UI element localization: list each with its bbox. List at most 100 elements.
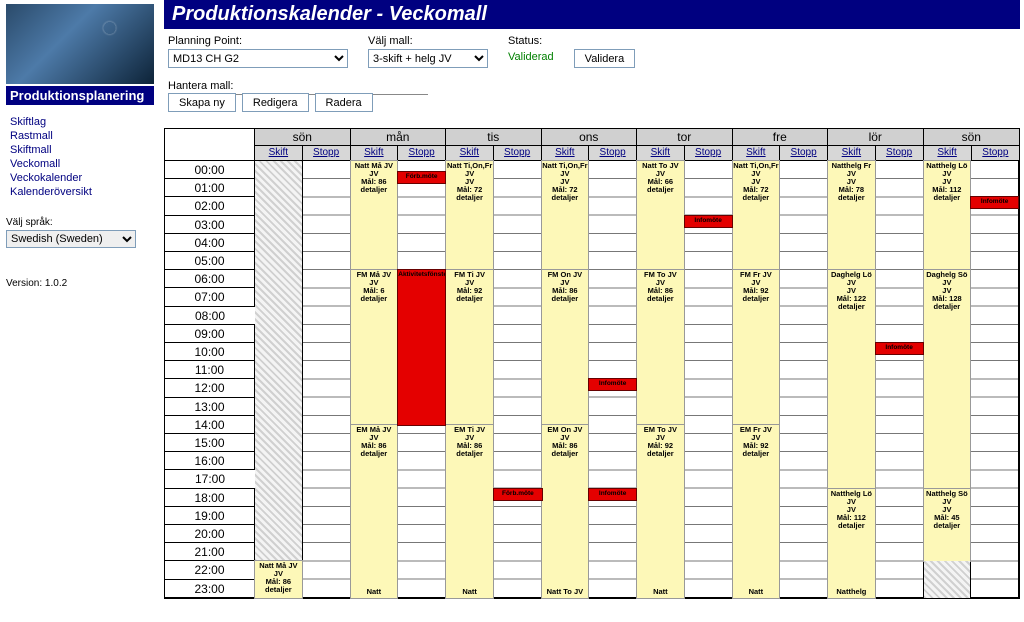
day-header-0: sönSkiftStopp: [255, 129, 351, 161]
day-header-7: sönSkiftStopp: [924, 129, 1020, 161]
day-name: lör: [828, 129, 923, 146]
shift-block[interactable]: FM Fr JVJVMål: 92detaljer: [733, 270, 780, 425]
nav-rastmall[interactable]: Rastmall: [10, 129, 150, 143]
shift-block[interactable]: Natt Ti,On,Fr JVJVMål: 72detaljer: [446, 161, 493, 270]
skift-header-link[interactable]: Skift: [351, 146, 399, 160]
skift-header-link[interactable]: Skift: [924, 146, 972, 160]
shift-block[interactable]: Natt Må JVJVMål: 86detaljer: [351, 161, 398, 270]
status-value: Validerad: [508, 49, 554, 63]
shift-block[interactable]: EM To JVJVMål: 92detaljer: [637, 425, 684, 598]
skift-header-link[interactable]: Skift: [637, 146, 685, 160]
status-label: Status:: [508, 35, 554, 47]
stop-block[interactable]: Infomöte: [876, 343, 923, 354]
shift-block[interactable]: Natthelg Sö JVJVMål: 45detaljer: [924, 489, 971, 562]
day-name: sön: [924, 129, 1020, 146]
shift-block[interactable]: FM Ti JVJVMål: 92detaljer: [446, 270, 493, 425]
hour-ticks: [971, 161, 1018, 597]
skift-column: Natt Ti,On,Fr JVJVMål: 72detaljerFM Ti J…: [446, 161, 494, 597]
skift-header-link[interactable]: Skift: [733, 146, 781, 160]
skift-column: Natthelg Lö JVJVMål: 112detaljerDaghelg …: [924, 161, 972, 597]
mall-select[interactable]: 3-skift + helg JV: [368, 49, 488, 68]
stopp-header-link[interactable]: Stopp: [589, 146, 636, 160]
time-label: 00:00: [165, 161, 255, 179]
stopp-header-link[interactable]: Stopp: [972, 146, 1019, 160]
time-label: 02:00: [165, 197, 255, 215]
stop-block[interactable]: Infomöte: [971, 197, 1018, 208]
hour-ticks: [876, 161, 923, 597]
stopp-column: [780, 161, 827, 597]
time-label: 23:00: [165, 580, 255, 598]
stop-block[interactable]: Infomöte: [589, 379, 636, 390]
skift-column: Natthelg Fr JVJVMål: 78detaljerDaghelg L…: [828, 161, 876, 597]
shift-block[interactable]: Natthelg Lö JVJVMål: 112detaljer: [924, 161, 971, 270]
nav-kalenderoversikt[interactable]: Kalenderöversikt: [10, 185, 150, 199]
radera-button[interactable]: Radera: [315, 93, 373, 112]
shift-block[interactable]: Natt Må JVJVMål: 86detaljer: [255, 561, 302, 597]
day-name: tis: [446, 129, 541, 146]
nav-veckomall[interactable]: Veckomall: [10, 157, 150, 171]
stopp-header-link[interactable]: Stopp: [398, 146, 445, 160]
hour-ticks: [303, 161, 350, 597]
shift-block[interactable]: EM Ti JVJVMål: 86detaljer: [446, 425, 493, 598]
day-body-0: Natt Må JVJVMål: 86detaljer: [255, 161, 351, 598]
shift-block[interactable]: EM On JVJVMål: 86detaljer: [542, 425, 589, 598]
shift-continuation-label: Natt: [446, 587, 493, 597]
nav-veckokalender[interactable]: Veckokalender: [10, 171, 150, 185]
skift-header-link[interactable]: Skift: [255, 146, 303, 160]
shift-continuation-label: Natt: [351, 587, 398, 597]
stopp-header-link[interactable]: Stopp: [780, 146, 827, 160]
time-label: 12:00: [165, 379, 255, 397]
sidebar: Produktionsplanering Skiftlag Rastmall S…: [0, 0, 160, 599]
stopp-header-link[interactable]: Stopp: [876, 146, 923, 160]
shift-block[interactable]: Natthelg Lö JVJVMål: 112detaljer: [828, 489, 875, 598]
stop-block[interactable]: Infomöte: [589, 489, 636, 500]
planning-point-select[interactable]: MD13 CH G2: [168, 49, 348, 68]
stop-block[interactable]: Aktivitetsfönster: [398, 270, 445, 425]
shift-block[interactable]: EM Må JVJVMål: 86detaljer: [351, 425, 398, 598]
stop-block[interactable]: Förb.möte: [494, 489, 541, 500]
shift-block[interactable]: FM To JVJVMål: 86detaljer: [637, 270, 684, 425]
day-body-3: Natt Ti,On,Fr JVJVMål: 72detaljerFM On J…: [542, 161, 638, 598]
skift-header-link[interactable]: Skift: [446, 146, 494, 160]
stopp-header-link[interactable]: Stopp: [685, 146, 732, 160]
shift-block[interactable]: Natt Ti,On,Fr JVJVMål: 72detaljer: [542, 161, 589, 270]
shift-block[interactable]: EM Fr JVJVMål: 92detaljer: [733, 425, 780, 598]
time-label: 13:00: [165, 398, 255, 416]
stop-block[interactable]: Infomöte: [685, 216, 732, 227]
calendar-grid: sönSkiftStoppmånSkiftStopptisSkiftStoppo…: [164, 128, 1020, 599]
shift-block[interactable]: Daghelg Lö JVJVMål: 122detaljer: [828, 270, 875, 488]
skapa-ny-button[interactable]: Skapa ny: [168, 93, 236, 112]
redigera-button[interactable]: Redigera: [242, 93, 309, 112]
day-header-5: freSkiftStopp: [733, 129, 829, 161]
nav-skiftmall[interactable]: Skiftmall: [10, 143, 150, 157]
shift-block[interactable]: FM On JVJVMål: 86detaljer: [542, 270, 589, 425]
language-select[interactable]: Swedish (Sweden): [6, 230, 136, 248]
stopp-column: Infomöte: [971, 161, 1018, 597]
skift-header-link[interactable]: Skift: [828, 146, 876, 160]
time-label: 18:00: [165, 489, 255, 507]
day-body-6: Natthelg Fr JVJVMål: 78detaljerDaghelg L…: [828, 161, 924, 598]
shift-block[interactable]: Natt Ti,On,Fr JVJVMål: 72detaljer: [733, 161, 780, 270]
day-body-7: Natthelg Lö JVJVMål: 112detaljerDaghelg …: [924, 161, 1020, 598]
validera-button[interactable]: Validera: [574, 49, 636, 68]
skift-header-link[interactable]: Skift: [542, 146, 590, 160]
shift-continuation-label: Natt To JV: [542, 587, 589, 597]
day-name: mån: [351, 129, 446, 146]
time-label: 07:00: [165, 288, 255, 306]
day-name: tor: [637, 129, 732, 146]
stopp-header-link[interactable]: Stopp: [494, 146, 541, 160]
shift-block[interactable]: Daghelg Sö JVJVMål: 128detaljer: [924, 270, 971, 488]
shift-block[interactable]: Natthelg Fr JVJVMål: 78detaljer: [828, 161, 875, 270]
time-label: 17:00: [165, 470, 255, 488]
stopp-column: Förb.möte: [494, 161, 541, 597]
nav-skiftlag[interactable]: Skiftlag: [10, 115, 150, 129]
shift-block[interactable]: Natt To JVJVMål: 66detaljer: [637, 161, 684, 270]
hour-ticks: [494, 161, 541, 597]
time-label: 03:00: [165, 216, 255, 234]
stopp-header-link[interactable]: Stopp: [303, 146, 350, 160]
stop-block[interactable]: Förb.möte: [398, 172, 445, 183]
no-shift-block: [255, 161, 302, 561]
time-label: 20:00: [165, 525, 255, 543]
shift-block[interactable]: FM Må JVJVMål: 6detaljer: [351, 270, 398, 425]
time-label: 04:00: [165, 234, 255, 252]
